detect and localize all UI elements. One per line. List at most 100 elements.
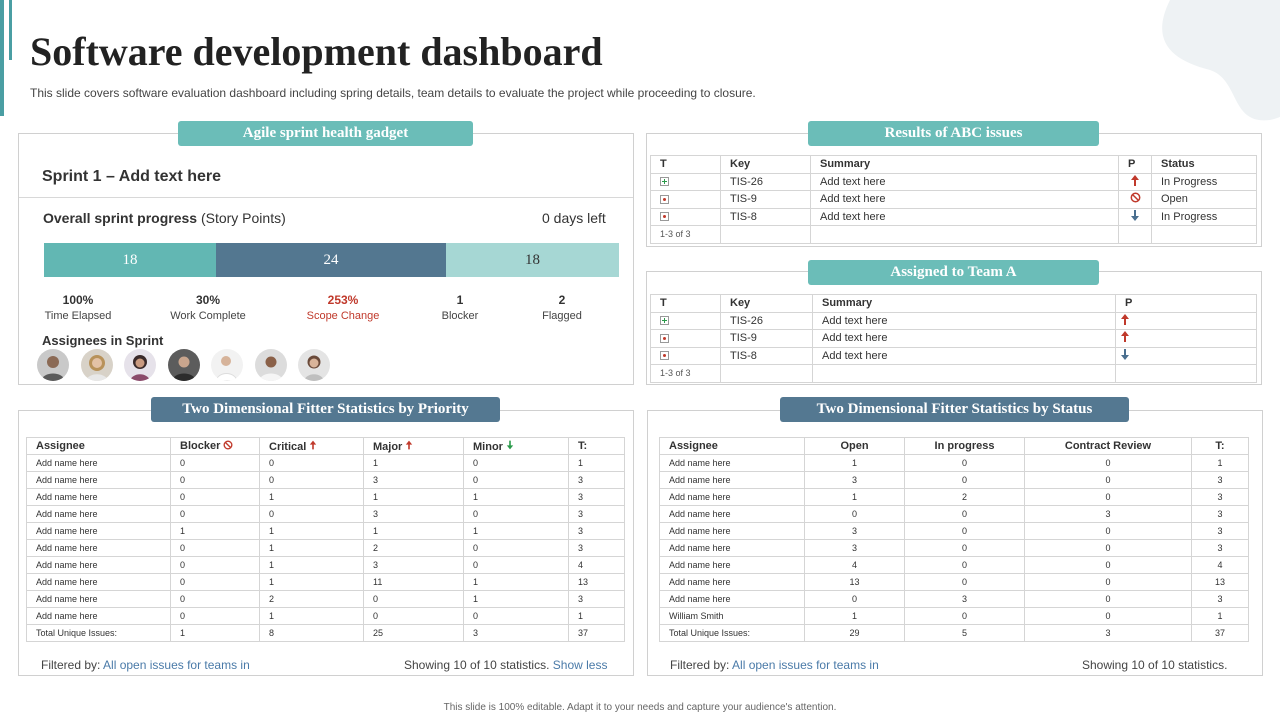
stat-cell: 0 — [804, 505, 905, 523]
col-header-key: Key — [720, 155, 811, 174]
header-label: Critical — [269, 441, 307, 453]
stat-cell: 0 — [170, 539, 260, 557]
issue-summary: Add text here — [810, 172, 1119, 191]
stat-cell: 0 — [463, 556, 569, 574]
stat-cell: 0 — [170, 454, 260, 472]
assignee-cell: Add name here — [26, 454, 171, 472]
table-row: Add name here 0 1 0 0 1 — [26, 607, 625, 625]
show-less-link[interactable]: Show less — [553, 658, 608, 672]
assignee-cell: Add name here — [659, 471, 805, 489]
table-row[interactable]: TIS-9 Add text here — [650, 329, 1257, 348]
table-row[interactable]: TIS-26 Add text here In Progress — [650, 172, 1257, 191]
stat-value: 100% — [62, 293, 94, 307]
col-header-total: T: — [568, 437, 625, 455]
stat-cell: 0 — [904, 607, 1025, 625]
avatar[interactable] — [211, 349, 243, 381]
stat-cell: 0 — [1024, 573, 1192, 591]
table-row: Add name here 0 2 0 1 3 — [26, 590, 625, 608]
col-header-total: T: — [1191, 437, 1249, 455]
avatar[interactable] — [37, 349, 69, 381]
stat-cell: 0 — [170, 573, 260, 591]
assignee-cell: Add name here — [659, 573, 805, 591]
stat-cell: 0 — [1024, 607, 1192, 625]
stat-cell: 0 — [904, 522, 1025, 540]
assignee-cell: Add name here — [26, 607, 171, 625]
table-row: Add name here 0 0 3 3 — [659, 505, 1249, 523]
stat-cell: 0 — [170, 488, 260, 506]
stat-cell: 3 — [804, 522, 905, 540]
table-row[interactable]: TIS-9 Add text here Open — [650, 190, 1257, 209]
issue-status: Open — [1151, 190, 1257, 209]
table-row[interactable]: TIS-8 Add text here — [650, 346, 1257, 365]
issue-key[interactable]: TIS-26 — [720, 311, 813, 330]
table-row: Add name here 1 0 0 1 — [659, 454, 1249, 472]
table-row[interactable]: TIS-8 Add text here In Progress — [650, 207, 1257, 226]
col-header-assignee: Assignee — [659, 437, 805, 455]
avatar[interactable] — [255, 349, 287, 381]
stat-cell: 5 — [904, 624, 1025, 642]
stat-cell: 1 — [463, 573, 569, 591]
stat-cell: 3 — [568, 505, 625, 523]
col-header-critical: Critical — [259, 437, 364, 455]
progress-segment-todo: 18 — [446, 243, 619, 277]
avatar[interactable] — [124, 349, 156, 381]
filter-link[interactable]: All open issues for teams in — [103, 658, 250, 672]
avatar[interactable] — [298, 349, 330, 381]
assignee-cell: Add name here — [659, 505, 805, 523]
stat-cell: 1 — [363, 454, 464, 472]
stat-cell: 0 — [170, 471, 260, 489]
issue-key[interactable]: TIS-26 — [720, 172, 811, 191]
assignee-cell: Add name here — [659, 454, 805, 472]
stat-cell: 1 — [463, 522, 569, 540]
col-header-assignee: Assignee — [26, 437, 171, 455]
abc-issues-table: T Key Summary P Status TIS-26 Add text h… — [650, 155, 1257, 244]
up-arrow-icon — [406, 440, 413, 450]
issue-summary: Add text here — [812, 311, 1116, 330]
issue-key[interactable]: TIS-9 — [720, 190, 811, 209]
priority-showing: Showing 10 of 10 statistics. Show less — [404, 658, 607, 672]
stat-value: 30% — [195, 293, 221, 307]
stat-cell: 1 — [1191, 454, 1249, 472]
days-left: 0 days left — [542, 210, 606, 226]
assignee-cell: Add name here — [659, 556, 805, 574]
stat-cell: 0 — [1024, 488, 1192, 506]
avatar[interactable] — [81, 349, 113, 381]
assignee-cell: William Smith — [659, 607, 805, 625]
stat-cell: 37 — [568, 624, 625, 642]
stat-time-elapsed: 100% Time Elapsed — [28, 293, 128, 322]
footer-note: This slide is 100% editable. Adapt it to… — [443, 702, 837, 713]
plus-icon — [660, 316, 669, 326]
stat-cell: 8 — [259, 624, 364, 642]
assignees-label: Assignees in Sprint — [42, 333, 164, 348]
stat-label: Flagged — [542, 310, 582, 322]
stat-label: Time Elapsed — [44, 310, 112, 322]
assignee-cell: Add name here — [26, 505, 171, 523]
issue-key[interactable]: TIS-8 — [720, 346, 813, 365]
filter-label: Filtered by: — [41, 658, 101, 672]
stat-cell: 13 — [568, 573, 625, 591]
stat-cell: 3 — [568, 488, 625, 506]
stat-cell: 1 — [170, 522, 260, 540]
progress-title: Overall sprint progress (Story Points) — [43, 210, 286, 226]
table-row: Add name here 3 0 0 3 — [659, 522, 1249, 540]
bug-icon — [660, 333, 669, 343]
avatar[interactable] — [168, 349, 200, 381]
status-showing: Showing 10 of 10 statistics. — [1082, 658, 1228, 672]
priority-filter: Filtered by: All open issues for teams i… — [41, 658, 250, 672]
table-row: Add name here 0 0 1 0 1 — [26, 454, 625, 472]
filter-link[interactable]: All open issues for teams in — [732, 658, 879, 672]
col-header-summary: Summary — [812, 294, 1116, 313]
issue-key[interactable]: TIS-8 — [720, 207, 811, 226]
stat-cell: 1 — [463, 488, 569, 506]
stat-cell: 13 — [804, 573, 905, 591]
assignee-cell: Add name here — [659, 590, 805, 608]
bug-icon — [660, 212, 669, 222]
stat-cell: 0 — [463, 454, 569, 472]
issue-key[interactable]: TIS-9 — [720, 329, 813, 348]
stat-label: Blocker — [441, 310, 479, 322]
page-subtitle: This slide covers software evaluation da… — [30, 86, 756, 100]
stat-cell: 3 — [804, 471, 905, 489]
stat-cell: 1 — [170, 624, 260, 642]
table-row[interactable]: TIS-26 Add text here — [650, 311, 1257, 330]
stat-cell: 0 — [1024, 471, 1192, 489]
